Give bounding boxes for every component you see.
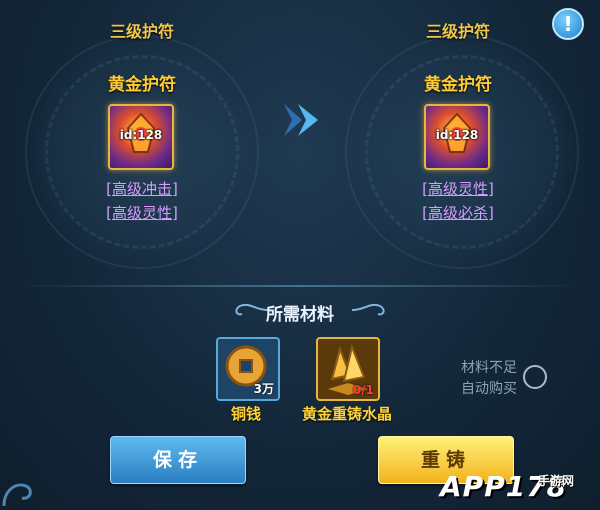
right-attr-1[interactable]: [高级灵性]: [378, 178, 538, 199]
crystal-qty: 0/1: [352, 383, 374, 397]
materials-title: 所需材料: [266, 305, 334, 325]
left-item-id: id:128: [119, 128, 163, 142]
left-item-slot[interactable]: id:128: [108, 104, 174, 170]
watermark-subtext: 手游网: [538, 474, 575, 488]
right-attr-2[interactable]: [高级必杀]: [378, 202, 538, 223]
left-attr-2[interactable]: [高级灵性]: [62, 202, 222, 223]
coin-qty: 3万: [253, 382, 274, 396]
left-tier-label: 三级护符: [109, 22, 174, 41]
left-item-name: 黄金护符: [108, 75, 176, 95]
right-tier-label: 三级护符: [425, 22, 490, 41]
section-divider: [20, 285, 580, 287]
right-item-name: 黄金护符: [424, 75, 492, 95]
left-attr-1[interactable]: [高级冲击]: [62, 178, 222, 199]
coin-label: 铜钱: [230, 405, 261, 423]
recast-panel: ! 三级护符 黄金护符 id:128 [高级冲击] [高级灵性] 三级护符 黄金…: [0, 0, 600, 510]
right-item-slot[interactable]: id:128: [424, 104, 490, 170]
material-slot-coin[interactable]: 3万: [216, 337, 280, 401]
crystal-label: 黄金重铸水晶: [301, 405, 392, 423]
help-icon[interactable]: !: [552, 8, 584, 40]
auto-buy-toggle[interactable]: [523, 365, 547, 389]
right-item-id: id:128: [435, 128, 479, 142]
save-button[interactable]: 保存: [110, 436, 246, 484]
corner-ornament: [2, 483, 32, 507]
material-slot-crystal[interactable]: 0/1: [316, 337, 380, 401]
arrow-right-icon: [284, 104, 318, 136]
auto-buy-label: 材料不足 自动购买: [461, 360, 517, 397]
